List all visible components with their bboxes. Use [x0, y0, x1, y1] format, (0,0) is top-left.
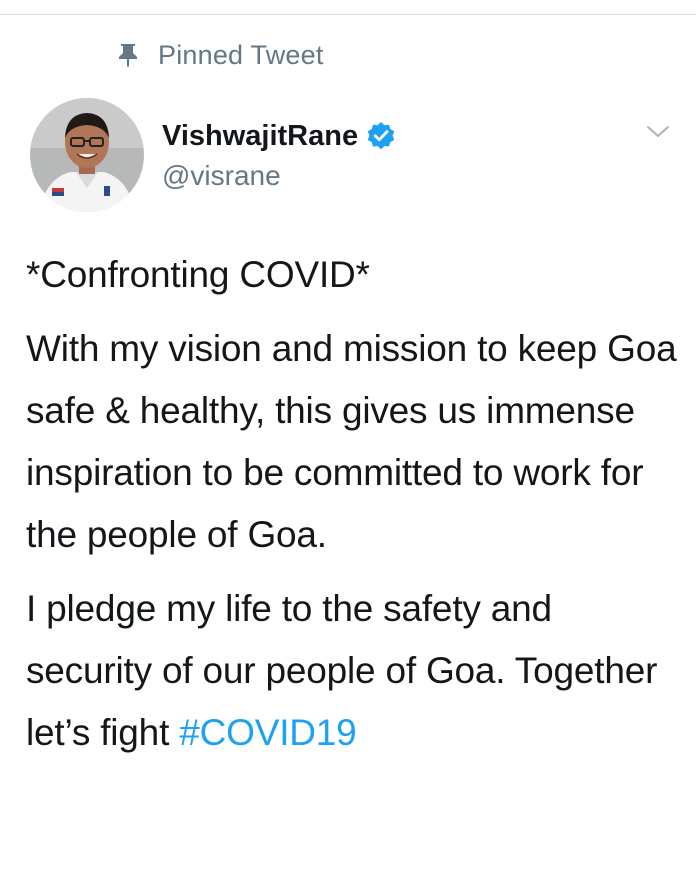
author-name-row[interactable]: VishwajitRane: [162, 116, 396, 156]
tweet-text: *Confronting COVID* With my vision and m…: [26, 244, 686, 776]
author-display-name[interactable]: VishwajitRane: [162, 120, 358, 153]
tweet-paragraph: With my vision and mission to keep Goa s…: [26, 328, 677, 555]
author-handle[interactable]: @visrane: [162, 160, 281, 192]
pinned-indicator: Pinned Tweet: [116, 38, 324, 72]
top-divider: [0, 14, 696, 15]
avatar[interactable]: [30, 98, 144, 212]
tweet-title: *Confronting COVID*: [26, 254, 370, 295]
hashtag-link[interactable]: #COVID19: [179, 712, 357, 753]
verified-badge-icon: [366, 121, 396, 151]
pin-icon: [116, 43, 140, 67]
chevron-down-icon[interactable]: [644, 122, 672, 142]
tweet-paragraph: I pledge my life to the safety and secur…: [26, 578, 686, 764]
pinned-label: Pinned Tweet: [158, 39, 324, 70]
